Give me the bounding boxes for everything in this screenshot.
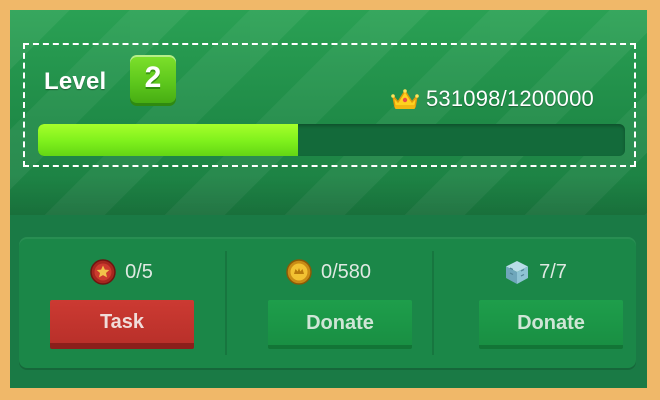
- experience-text: 531098/1200000: [426, 86, 594, 111]
- coin-icon: [286, 259, 312, 285]
- experience-progress-fill: [38, 124, 298, 156]
- task-column: 0/5 Task: [19, 237, 224, 368]
- coin-donate-column: 0/580 Donate: [226, 237, 431, 368]
- cube-stat: 7/7: [433, 258, 638, 286]
- task-button[interactable]: Task: [50, 300, 194, 349]
- window-frame: Level 2 531098/1200000 0/5 Task 0/580 Do…: [0, 0, 660, 400]
- crown-icon: [391, 89, 419, 109]
- level-badge: 2: [130, 55, 176, 103]
- coin-count: 0/580: [320, 260, 372, 283]
- star-medal-icon: [90, 259, 116, 285]
- level-label: Level: [44, 68, 107, 95]
- guild-level-panel: Level 2 531098/1200000 0/5 Task 0/580 Do…: [10, 10, 647, 388]
- donate-coins-button[interactable]: Donate: [268, 300, 412, 349]
- task-count: 0/5: [125, 260, 153, 283]
- experience-progress-bar: [38, 124, 625, 156]
- cube-count: 7/7: [539, 260, 567, 283]
- experience-counter: 531098/1200000: [391, 86, 594, 112]
- donate-cubes-button[interactable]: Donate: [479, 300, 623, 349]
- rewards-card: 0/5 Task 0/580 Donate 7/7 Donate: [19, 237, 636, 368]
- task-stat: 0/5: [19, 258, 224, 286]
- cube-icon: [506, 261, 529, 284]
- cube-donate-column: 7/7 Donate: [433, 237, 638, 368]
- coin-stat: 0/580: [226, 258, 431, 286]
